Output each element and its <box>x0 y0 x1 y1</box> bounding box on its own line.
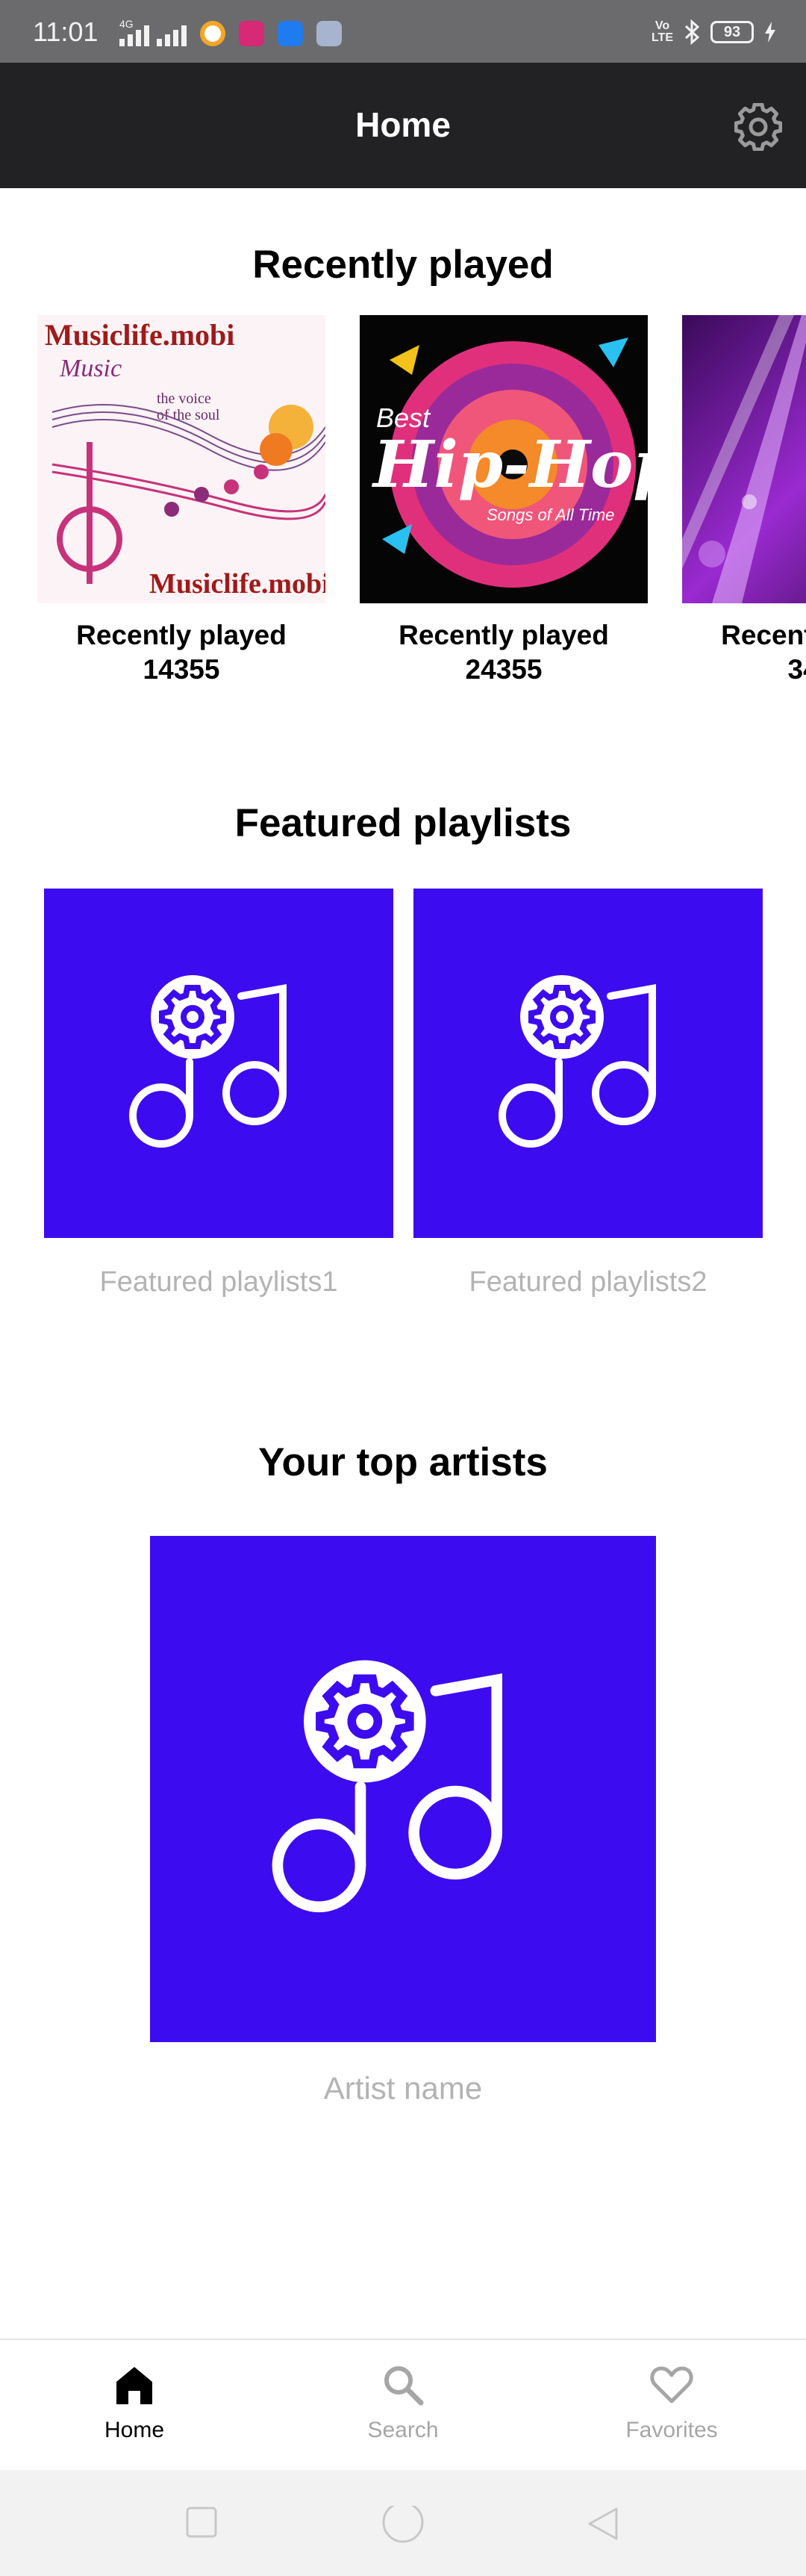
music-settings-icon <box>272 1660 502 1913</box>
charging-icon <box>765 22 775 43</box>
recently-played-title: Recently played <box>252 243 554 287</box>
top-artist-card-1[interactable]: Artist name <box>150 1536 656 2106</box>
art-text-top: Musiclife.mobi <box>45 318 234 352</box>
art-text-sub: Songs of All Time <box>487 505 614 524</box>
battery-icon: 93 <box>710 21 754 43</box>
notification-app-icon-3 <box>278 21 303 46</box>
featured-playlist-card-2[interactable]: Featured playlists2 <box>413 889 763 1298</box>
notification-app-icon-4 <box>316 21 342 46</box>
featured-playlist-card-1[interactable]: Featured playlists1 <box>44 889 393 1298</box>
nav-label-favorites: Favorites <box>625 2418 718 2442</box>
home-icon <box>116 2367 152 2404</box>
network-type-label: 4G <box>119 18 134 30</box>
notification-app-icon-1 <box>200 21 225 46</box>
top-artist-art-1 <box>150 1536 656 2042</box>
recently-played-label-1: Recently played 14355 <box>76 620 287 685</box>
music-settings-icon <box>499 975 656 1148</box>
musiclife-art: Musiclife.mobi Music the voice of the so… <box>37 315 325 603</box>
instagram-icon <box>239 21 264 46</box>
bluetooth-icon <box>684 19 700 45</box>
nav-item-favorites[interactable]: Favorites <box>537 2340 806 2470</box>
top-artists-title: Your top artists <box>258 1440 548 1484</box>
status-bar: 11:01 4G Vo LTE 93 <box>0 0 806 63</box>
signal-icon-2 <box>157 24 187 46</box>
status-right: Vo LTE 93 <box>652 19 776 45</box>
featured-playlist-label-2: Featured playlists2 <box>469 1266 707 1298</box>
recents-button[interactable] <box>185 2506 218 2539</box>
recently-played-card-1[interactable]: Musiclife.mobi Music the voice of the so… <box>37 315 325 687</box>
top-artist-label-1: Artist name <box>323 2071 483 2106</box>
featured-playlist-art-1 <box>44 889 393 1238</box>
featured-playlist-label-1: Featured playlists1 <box>99 1266 338 1298</box>
bottom-navigation: Home Search Favorites <box>0 2339 806 2470</box>
featured-playlist-art-2 <box>413 889 763 1238</box>
music-settings-icon <box>129 975 287 1148</box>
back-button[interactable] <box>587 2506 619 2542</box>
system-navigation-bar <box>0 2470 806 2576</box>
page-title: Home <box>355 105 451 144</box>
volte-icon: Vo LTE <box>651 19 673 44</box>
recently-played-carousel[interactable]: Musiclife.mobi Music the voice of the so… <box>0 315 806 703</box>
featured-playlists-title: Featured playlists <box>234 801 572 845</box>
nav-item-search[interactable]: Search <box>269 2340 537 2470</box>
heart-icon <box>650 2366 693 2404</box>
recently-played-label-2: Recently played 24355 <box>399 620 609 685</box>
battery-level: 93 <box>723 23 741 40</box>
home-system-button[interactable] <box>381 2506 425 2549</box>
settings-button[interactable] <box>730 99 787 155</box>
app-bar: Home <box>0 63 806 188</box>
art-text-bottom: Musiclife.mobi <box>149 568 325 600</box>
signal-icon: 4G <box>119 18 149 46</box>
nav-item-home[interactable]: Home <box>0 2340 269 2470</box>
art-text-tagline-1: the voice <box>157 391 211 407</box>
nav-label-search: Search <box>367 2418 439 2442</box>
art-text-main: Hip-Hop <box>371 427 648 503</box>
art-text-music: Music <box>59 355 122 382</box>
purple-light-art <box>682 315 806 603</box>
recently-played-label-3: Recently played 34355 <box>721 620 806 685</box>
search-icon <box>384 2366 424 2406</box>
recently-played-card-2[interactable]: Best Hip-Hop Songs of All Time Recently … <box>360 315 648 687</box>
gear-icon <box>734 103 782 151</box>
status-time: 11:01 <box>33 16 99 47</box>
hiphop-art: Best Hip-Hop Songs of All Time <box>360 315 648 603</box>
status-left-icons: 4G <box>119 18 342 46</box>
nav-label-home: Home <box>104 2418 165 2442</box>
recently-played-card-3[interactable]: Recently played 34355 <box>682 315 806 687</box>
